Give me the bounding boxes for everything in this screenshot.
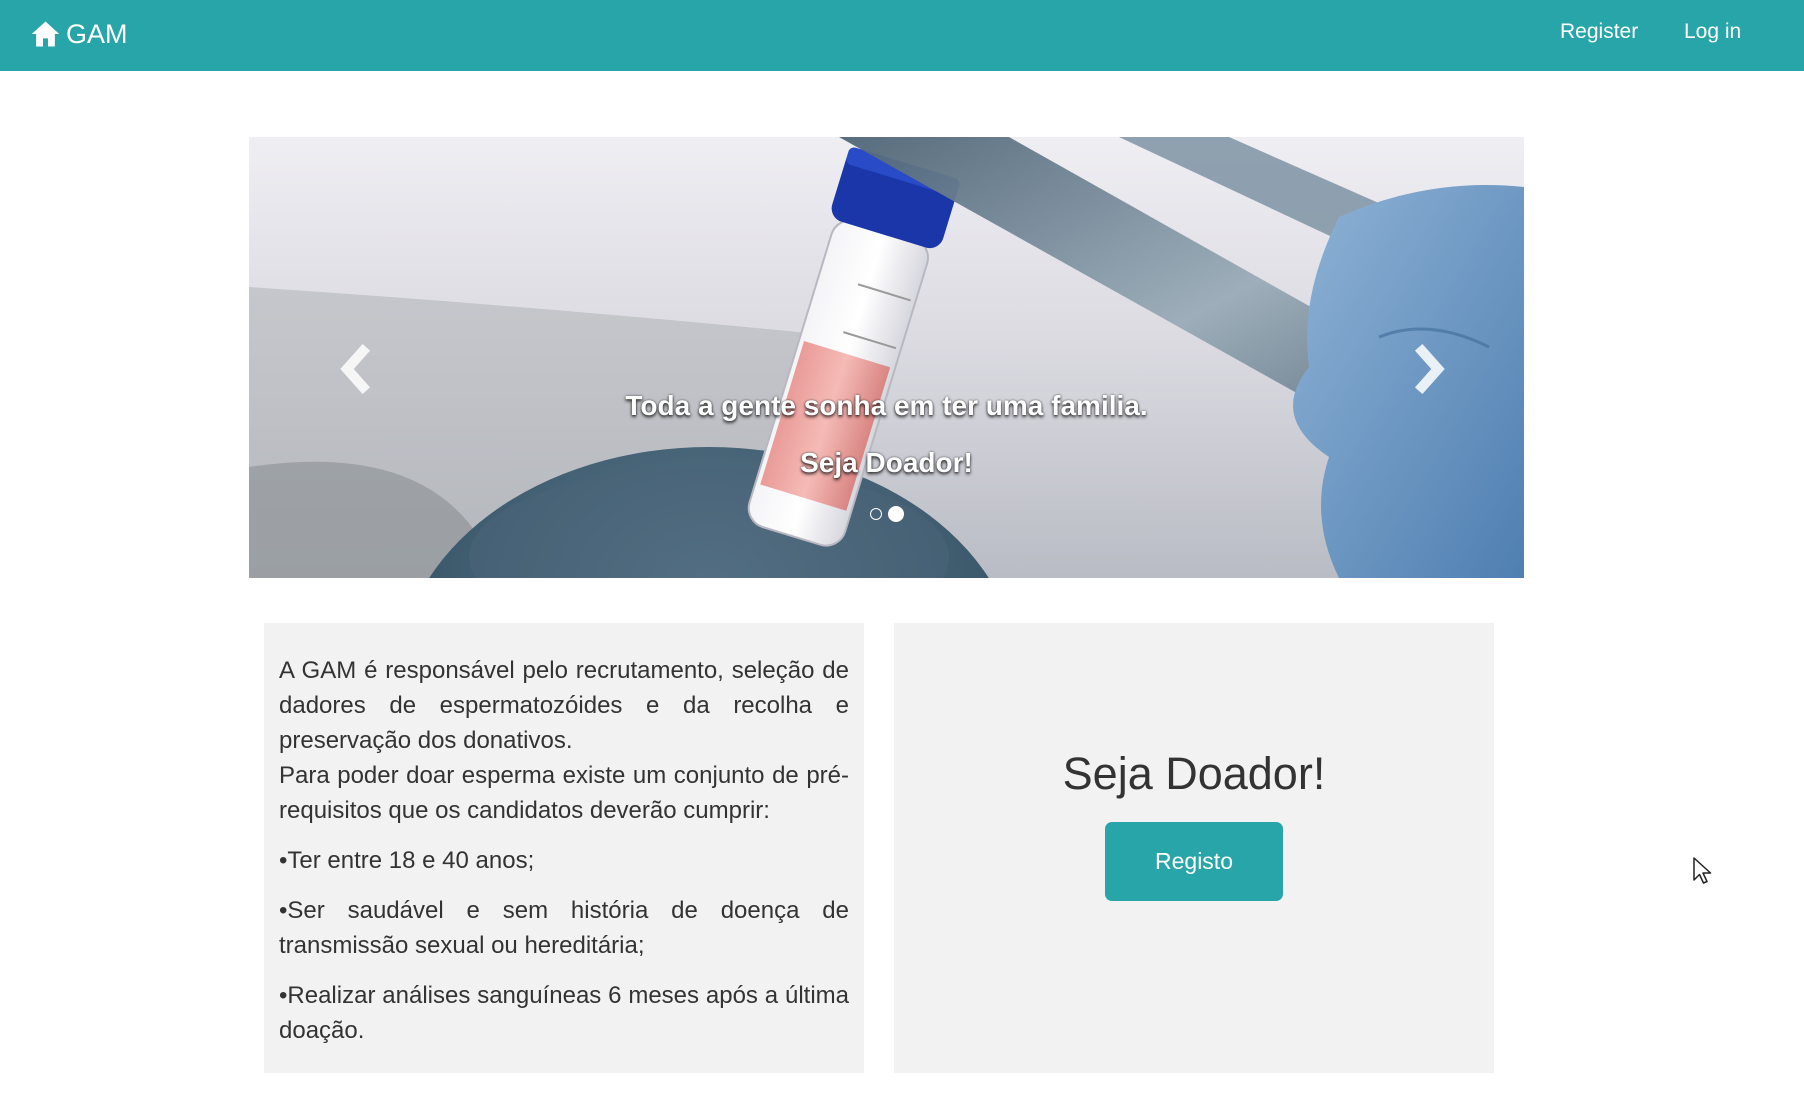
login-link[interactable]: Log in bbox=[1684, 17, 1741, 47]
top-navbar: GAM Register Log in bbox=[0, 0, 1804, 71]
mouse-cursor-icon bbox=[1693, 857, 1712, 884]
donor-title: Seja Doador! bbox=[1062, 748, 1326, 799]
intro-text: A GAM é responsável pelo recrutamento, s… bbox=[279, 657, 849, 754]
donor-panel: Seja Doador! Registo bbox=[894, 623, 1494, 1073]
registo-button[interactable]: Registo bbox=[1105, 822, 1283, 901]
brand-name: GAM bbox=[66, 19, 128, 49]
home-icon bbox=[31, 21, 60, 47]
carousel-indicator-2[interactable] bbox=[887, 506, 904, 522]
requirement-item: •Realizar análises sanguíneas 6 meses ap… bbox=[279, 982, 849, 1044]
carousel-indicator-1[interactable] bbox=[869, 508, 882, 520]
carousel-indicators bbox=[249, 506, 1524, 522]
requirement-item: •Ter entre 18 e 40 anos; bbox=[279, 847, 535, 874]
hero-carousel: Toda a gente sonha em ter uma familia. S… bbox=[249, 137, 1524, 578]
register-link[interactable]: Register bbox=[1560, 17, 1638, 47]
prerequisites-intro: Para poder doar esperma existe um conjun… bbox=[279, 762, 849, 824]
brand-link[interactable]: GAM bbox=[30, 14, 128, 54]
requirement-item: •Ser saudável e sem história de doença d… bbox=[279, 897, 849, 959]
info-panel: A GAM é responsável pelo recrutamento, s… bbox=[264, 623, 864, 1073]
carousel-caption-subline: Seja Doador! bbox=[800, 447, 973, 478]
carousel-caption-headline: Toda a gente sonha em ter uma familia. bbox=[625, 390, 1148, 421]
